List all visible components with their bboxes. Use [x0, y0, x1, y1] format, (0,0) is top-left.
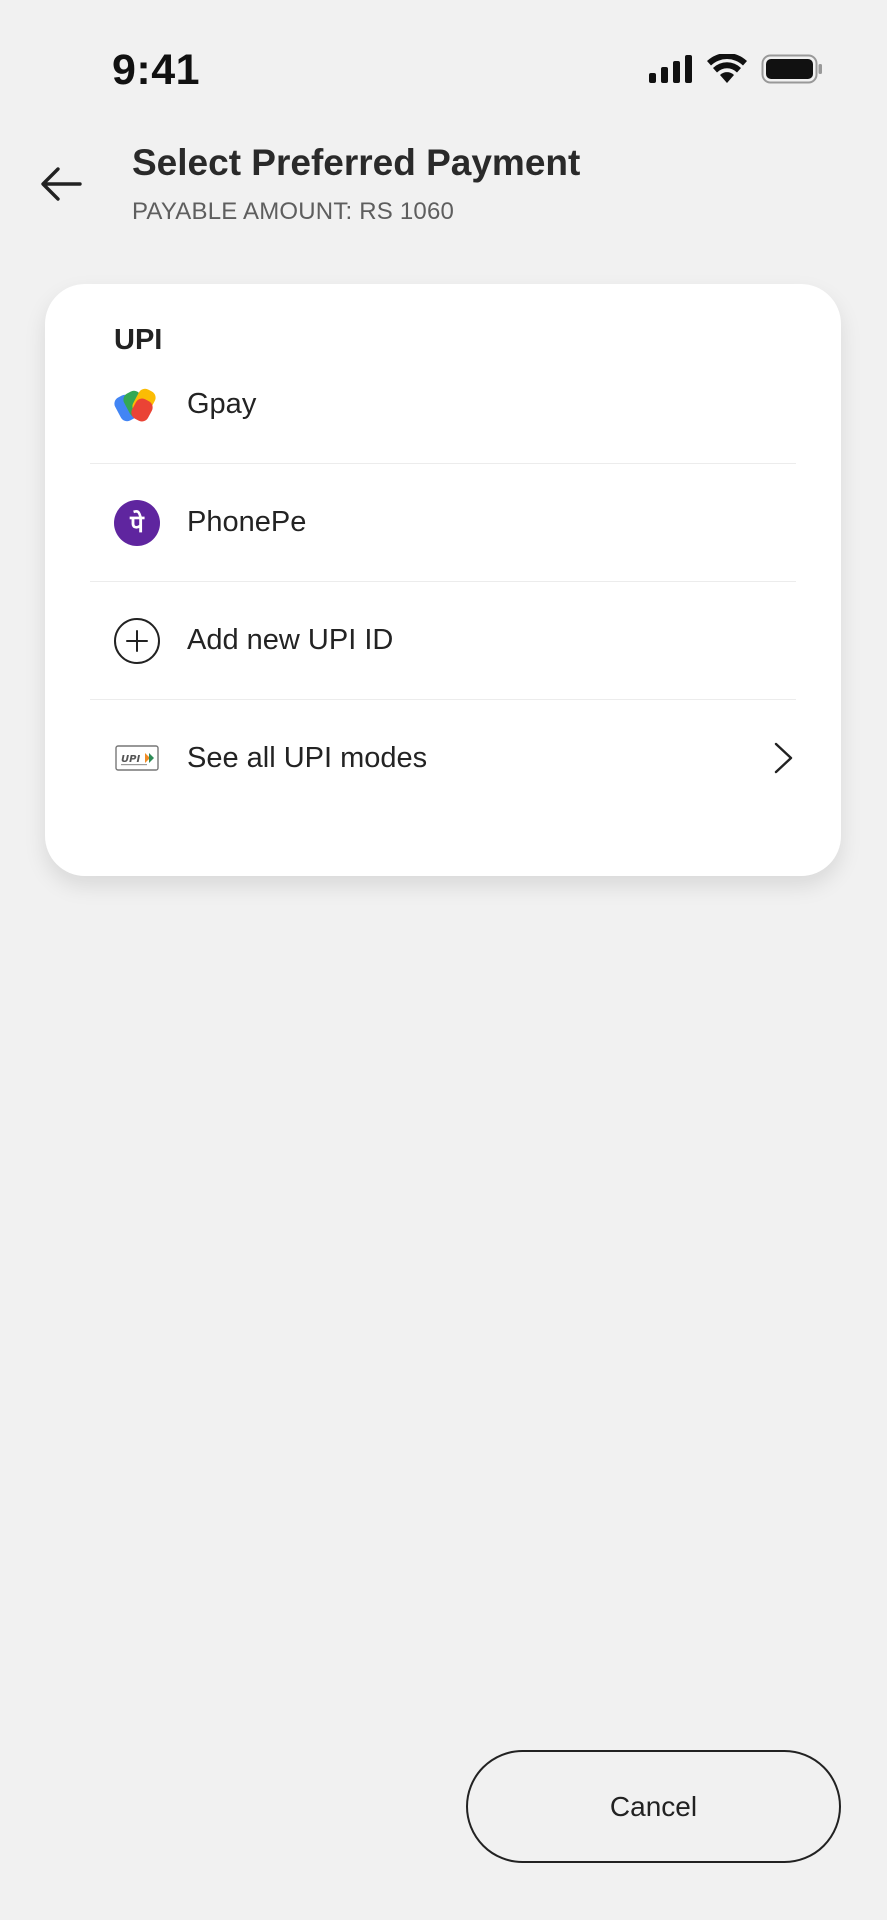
payable-amount: PAYABLE AMOUNT: RS 1060 — [132, 198, 455, 225]
option-label: Gpay — [187, 388, 257, 420]
option-label: Add new UPI ID — [187, 624, 394, 656]
option-label: See all UPI modes — [187, 741, 428, 774]
option-label: PhonePe — [187, 506, 307, 538]
arrow-left-icon — [41, 167, 82, 201]
chevron-right-icon — [774, 742, 793, 774]
svg-text:UPI: UPI — [121, 754, 140, 765]
page-title: Select Preferred Payment — [132, 142, 581, 183]
option-see-all-upi-modes[interactable]: UPI See all UPI modes — [90, 699, 796, 817]
option-phonepe[interactable]: पे PhonePe — [90, 464, 796, 582]
wifi-icon — [707, 54, 747, 83]
cancel-button[interactable]: Cancel — [466, 1750, 841, 1863]
payment-selection-screen: 9:41 Select Preferred Payment PAYABLE AM… — [0, 0, 887, 1920]
gpay-icon — [113, 381, 161, 429]
option-gpay[interactable]: Gpay — [90, 346, 796, 464]
upi-card: UPI Gpay पे PhonePe Add new UPI ID UPI S… — [45, 284, 841, 876]
plus-circle-icon — [113, 617, 161, 665]
status-icons — [649, 54, 823, 84]
phonepe-icon: पे — [113, 499, 161, 547]
battery-icon — [761, 54, 822, 84]
phonepe-glyph: पे — [129, 510, 145, 538]
status-time: 9:41 — [112, 46, 201, 94]
status-bar: 9:41 — [0, 0, 887, 140]
signal-icon — [649, 55, 692, 83]
back-button[interactable] — [36, 158, 88, 210]
option-add-upi-id[interactable]: Add new UPI ID — [90, 582, 796, 700]
upi-logo-icon: UPI — [113, 734, 161, 782]
